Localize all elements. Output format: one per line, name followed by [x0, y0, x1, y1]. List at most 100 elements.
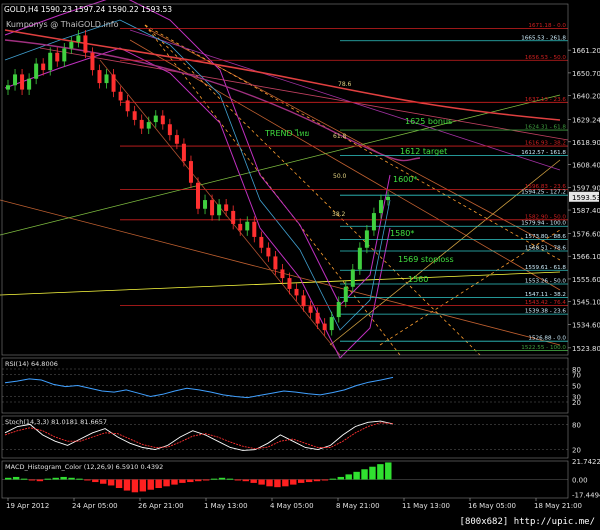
macd-bar [202, 479, 210, 481]
fib-fan-label: 38.2 [332, 211, 346, 218]
price-tick-label: 1534.60 [572, 321, 600, 329]
macd-bar [266, 479, 273, 487]
fib-level-label: 1539.38 - 23.6 [525, 309, 567, 315]
candle-body [210, 200, 215, 216]
candle-body [259, 236, 264, 248]
macd-bar [36, 479, 44, 482]
time-label: 18 May 21:00 [534, 502, 582, 510]
time-label: 4 May 05:00 [270, 502, 314, 510]
macd-bar [282, 479, 289, 487]
candle-body [181, 143, 186, 162]
candle-body [34, 63, 39, 79]
macd-bar [28, 479, 36, 481]
price-tick-label: 1608.40 [572, 162, 600, 170]
time-label: 8 May 21:00 [336, 502, 380, 510]
candle-body [27, 78, 32, 90]
macd-bar [100, 479, 107, 484]
macd-bar [187, 479, 194, 483]
price-tick-label: 1566.10 [572, 253, 600, 261]
fib-level-label: 1553.26 - 50.0 [525, 279, 567, 285]
macd-bar [361, 469, 368, 480]
time-label: 11 May 13:00 [402, 502, 450, 510]
fib-level-label: 1573.80 - 88.6 [525, 234, 567, 240]
macd-bar [385, 462, 392, 480]
macd-bar [155, 479, 162, 489]
price-tick-label: 1587.40 [572, 207, 600, 215]
candle-body [69, 41, 74, 49]
candle-body [231, 210, 236, 224]
rsi-title: RSI(14) 64.8006 [5, 360, 58, 368]
macd-bar [92, 479, 99, 483]
annotation-label: 1569 stoploss [398, 255, 454, 264]
macd-bar [163, 479, 170, 487]
macd-bar [44, 478, 52, 480]
fib-level-label: 1656.53 - 50.0 [525, 55, 567, 61]
candle-body [41, 63, 46, 71]
rsi-tick: 70 [572, 372, 581, 380]
macd-bar [218, 477, 226, 480]
fib-level-label: 1543.42 - 76.4 [525, 300, 567, 306]
candle-body [97, 70, 102, 84]
price-tick-label: 1629.24 [572, 116, 600, 124]
macd-title: MACD_Histogram_Color (12,26,9) 6.5910 0.… [5, 463, 163, 471]
macd-bar [52, 477, 59, 480]
macd-bar [210, 478, 218, 480]
macd-tick: 21.7422 [572, 458, 600, 466]
macd-bar [107, 479, 115, 486]
candle-body [357, 247, 362, 270]
macd-bar [329, 478, 337, 480]
fib-level-label: 1612.57 - 161.8 [521, 150, 566, 156]
candle-body [167, 124, 172, 136]
macd-bar [115, 479, 123, 489]
macd-bar [60, 476, 67, 480]
time-label: 24 Apr 05:00 [72, 502, 118, 510]
fib-fan-label: 78.6 [338, 81, 352, 88]
macd-bar [195, 479, 202, 482]
candle-body [13, 74, 18, 86]
candle-body [273, 256, 278, 270]
stoch-tick: 20 [572, 447, 581, 455]
candle-body [386, 196, 390, 201]
annotation-label: 1580* [390, 229, 414, 238]
price-tick-label: 1597.90 [572, 184, 600, 192]
fib-level-label: 1559.61 - 61.8 [525, 265, 567, 271]
fib-level-label: 1547.11 - 38.2 [525, 292, 566, 298]
annotation-label: 1612 target [400, 147, 447, 156]
candle-body [308, 306, 313, 313]
fib-level-label: 1582.90 - 50.0 [525, 214, 567, 220]
annotation-label: 1560 [408, 275, 428, 284]
price-tick-label: 1523.80 [572, 345, 600, 353]
fib-fan-label: 50.0 [333, 173, 347, 180]
fib-level-label: 1579.94 - 100.0 [521, 221, 566, 227]
price-tick-label: 1555.60 [572, 276, 600, 284]
rsi-tick: 50 [572, 383, 581, 391]
candle-body [343, 286, 348, 302]
credit-text: Kumponys @ ThaiGOLD.info [6, 20, 119, 29]
candle-body [125, 100, 130, 112]
candle-body [104, 74, 109, 84]
macd-bar [5, 477, 12, 480]
stoch-tick: 80 [572, 421, 581, 429]
fib-level-label: 1568.51 - 78.6 [525, 245, 567, 251]
trading-chart: 1671.18 - 0.0 1665.53 - 261.8 1656.53 - 50… [0, 0, 600, 530]
candle-body [146, 122, 151, 129]
candle-body [188, 161, 193, 183]
macd-bar [321, 479, 329, 481]
fib-fan-label: 61.8 [333, 133, 347, 140]
macd-bar [12, 476, 20, 480]
macd-bar [84, 479, 91, 481]
candle-body [336, 301, 341, 318]
candle-body [48, 52, 53, 71]
fib-level-label: 1526.88 - 0.0 [528, 336, 566, 342]
fib-level-label: 1594.25 - 127.2 [521, 190, 566, 196]
current-price-label: 1593.53 [572, 194, 600, 202]
candle-body [153, 115, 158, 123]
macd-bar [171, 479, 178, 485]
candle-body [160, 115, 165, 125]
macd-bar [313, 479, 321, 482]
time-label: 1 May 13:00 [204, 502, 248, 510]
candle-body [252, 221, 257, 237]
macd-tick: -17.4494 [572, 491, 600, 499]
candle-body [315, 312, 320, 324]
candle-body [301, 295, 306, 307]
